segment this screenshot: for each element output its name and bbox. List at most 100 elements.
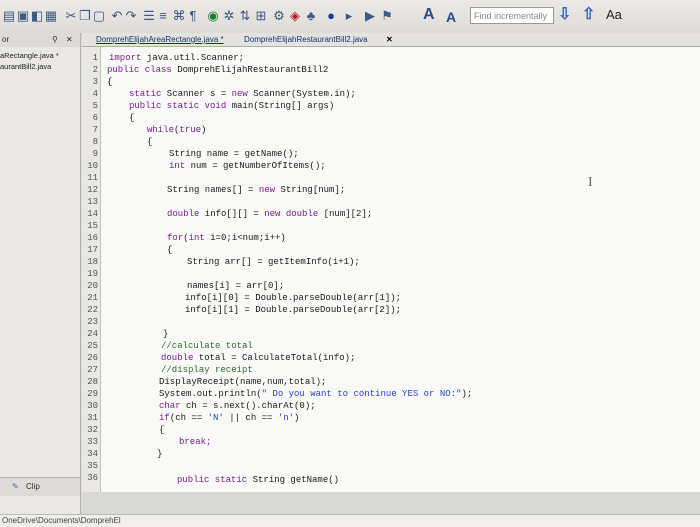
code-line-7: while(true) — [147, 125, 207, 135]
code-line-8: { — [147, 137, 153, 147]
code-line-22: info[i][1] = Double.parseDouble(arr[2]); — [185, 305, 402, 315]
line-number: 35 — [87, 461, 98, 471]
debug-icon[interactable]: ✲ — [222, 8, 236, 24]
code-line-14: double info[][] = new double [num][2]; — [167, 209, 373, 219]
tree-icon[interactable]: ♣ — [304, 8, 318, 24]
outdent-icon[interactable]: ≡ — [156, 8, 170, 24]
code-line-21: info[i][0] = Double.parseDouble(arr[1]); — [185, 293, 402, 303]
step-over-icon[interactable]: ▸ — [340, 8, 358, 24]
line-number: 10 — [87, 161, 98, 171]
find-input[interactable]: Find incrementally — [470, 7, 554, 24]
pencil-icon: ✎ — [12, 482, 19, 491]
code-line-32: { — [159, 425, 165, 435]
line-number: 16 — [87, 233, 98, 243]
run-icon[interactable]: ◉ — [206, 8, 220, 24]
file-item-restaurant[interactable]: aurantBill2.java — [0, 62, 78, 71]
code-line-12: String names[] = new String[num]; — [167, 185, 346, 195]
nav-forward-icon[interactable]: ▶ — [362, 8, 378, 24]
line-number: 1 — [92, 53, 98, 63]
line-number: 29 — [87, 389, 98, 399]
line-number: 9 — [92, 149, 98, 159]
line-number: 21 — [87, 293, 98, 303]
line-number: 30 — [87, 401, 98, 411]
line-number-gutter: 1 2 3 4 5 6 7 8 9 10 11 12 13 14 15 16 17 18 19 20 21 22 23 24 2… — [82, 47, 101, 492]
line-number: 13 — [87, 197, 98, 207]
panel-title: or — [2, 35, 10, 44]
line-number: 2 — [92, 65, 98, 75]
open-icon[interactable]: ▤ — [2, 8, 16, 24]
print-icon[interactable]: ▦ — [44, 8, 58, 24]
code-line-3: { — [107, 77, 113, 87]
code-editor[interactable]: import java.util.Scanner; public class D… — [101, 47, 700, 492]
code-line-28: DisplayReceipt(name,num,total); — [159, 377, 327, 387]
indent-icon[interactable]: ☰ — [142, 8, 156, 24]
tools-icon[interactable]: ⚙ — [272, 8, 286, 24]
arrow-up-icon[interactable]: ⇧ — [582, 6, 595, 24]
code-line-34: } — [157, 449, 163, 459]
clipboard-tab[interactable]: ✎ Clip — [0, 477, 80, 496]
pin-icon[interactable]: ⚲ — [52, 33, 58, 47]
line-number: 17 — [87, 245, 98, 255]
tab-close-icon[interactable]: ✕ — [386, 33, 393, 46]
breakpoint-icon[interactable]: ● — [322, 8, 340, 24]
code-line-5: public static void main(String[] args) — [129, 101, 335, 111]
font-decrease-button[interactable]: A — [446, 8, 456, 26]
file-item-rectangle[interactable]: aRectangle.java * — [0, 51, 78, 60]
bookmark-icon[interactable]: ⚑ — [380, 8, 394, 24]
copy-icon[interactable]: ❐ — [78, 8, 92, 24]
code-line-25: //calculate total — [161, 341, 253, 351]
code-line-10: int num = getNumberOfItems(); — [169, 161, 326, 171]
save-icon[interactable]: ▣ — [16, 8, 30, 24]
code-line-36: public static String getName() — [177, 475, 340, 485]
step-icon[interactable]: ⇅ — [238, 8, 252, 24]
code-line-9: String name = getName(); — [169, 149, 299, 159]
code-line-31: if(ch == 'N' || ch == 'n') — [159, 413, 300, 423]
paragraph-icon[interactable]: ¶ — [186, 8, 200, 24]
code-line-6: { — [129, 113, 135, 123]
line-number: 23 — [87, 317, 98, 327]
line-number: 27 — [87, 365, 98, 375]
code-line-29: System.out.println(" Do you want to cont… — [159, 389, 473, 399]
panel-header: or ⚲ ✕ — [0, 33, 80, 47]
line-number: 34 — [87, 449, 98, 459]
code-line-27: //display receipt — [161, 365, 253, 375]
undo-icon[interactable]: ↶ — [110, 8, 124, 24]
clip-label: Clip — [26, 482, 40, 491]
arrow-down-icon[interactable]: ⇩ — [558, 6, 571, 24]
line-number: 28 — [87, 377, 98, 387]
line-number: 12 — [87, 185, 98, 195]
redo-icon[interactable]: ↷ — [124, 8, 138, 24]
cut-icon[interactable]: ✂ — [64, 8, 78, 24]
code-line-2: public class DomprehElijahRestaurantBill… — [107, 65, 329, 75]
project-panel: or ⚲ ✕ aRectangle.java * aurantBill2.jav… — [0, 33, 81, 526]
line-number: 18 — [87, 257, 98, 267]
close-icon[interactable]: ✕ — [66, 33, 73, 47]
save-all-icon[interactable]: ◧ — [30, 8, 44, 24]
line-number: 25 — [87, 341, 98, 351]
line-number: 31 — [87, 413, 98, 423]
stop-icon[interactable]: ◈ — [288, 8, 302, 24]
code-line-26: double total = CalculateTotal(info); — [161, 353, 356, 363]
tab-restaurant-bill[interactable]: DomprehElijahRestaurantBill2.java — [244, 33, 368, 46]
code-line-20: names[i] = arr[0]; — [187, 281, 285, 291]
code-line-4: static Scanner s = new Scanner(System.in… — [129, 89, 356, 99]
line-number: 14 — [87, 209, 98, 219]
tab-area-rectangle[interactable]: DomprehElijahAreaRectangle.java * — [96, 33, 224, 46]
code-line-18: String arr[] = getItemInfo(i+1); — [187, 257, 360, 267]
paste-icon[interactable]: ▢ — [92, 8, 106, 24]
code-line-16: for(int i=0;i<num;i++) — [167, 233, 286, 243]
font-increase-button[interactable]: A — [423, 6, 435, 24]
editor-tabs: DomprehElijahAreaRectangle.java * Dompre… — [82, 33, 700, 47]
line-number: 19 — [87, 269, 98, 279]
comment-icon[interactable]: ⌘ — [172, 8, 186, 24]
line-number: 8 — [92, 137, 98, 147]
generate-icon[interactable]: ⊞ — [254, 8, 268, 24]
line-number: 6 — [92, 113, 98, 123]
line-number: 15 — [87, 221, 98, 231]
line-number: 4 — [92, 89, 98, 99]
text-cursor-icon: I — [588, 175, 593, 190]
line-number: 24 — [87, 329, 98, 339]
code-line-1: import java.util.Scanner; — [109, 53, 245, 63]
code-line-24: } — [163, 329, 169, 339]
match-case-button[interactable]: Aa — [606, 7, 622, 23]
